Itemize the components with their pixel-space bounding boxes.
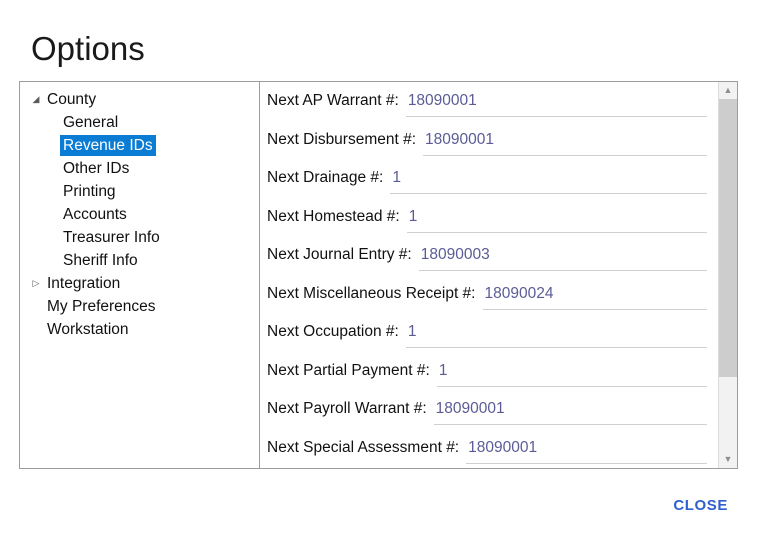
form-row: Next Journal Entry #: xyxy=(260,242,718,281)
form-row: Next Drainage #: xyxy=(260,165,718,204)
form-scroll-area: Next AP Warrant #: Next Disbursement #: Ne… xyxy=(260,82,718,468)
tree-item-label: My Preferences xyxy=(47,298,156,315)
tree-item-label: Revenue IDs xyxy=(60,135,156,156)
form-row: Next Disbursement #: xyxy=(260,127,718,166)
tree-item-other-ids[interactable]: Other IDs xyxy=(20,157,259,180)
label-next-payroll-warrant: Next Payroll Warrant #: xyxy=(267,400,427,417)
tree-item-accounts[interactable]: Accounts xyxy=(20,203,259,226)
triangle-down-filled-icon[interactable]: ◢ xyxy=(28,95,44,104)
label-next-homestead: Next Homestead #: xyxy=(267,207,400,225)
settings-form-pane: Next AP Warrant #: Next Disbursement #: Ne… xyxy=(260,82,737,468)
label-next-special-assessment: Next Special Assessment #: xyxy=(267,438,460,456)
input-next-disbursement[interactable] xyxy=(423,128,707,156)
triangle-right-outline-icon[interactable]: ▷ xyxy=(28,279,44,288)
form-row: Next Special Assessment #: xyxy=(260,435,718,469)
tree-item-printing[interactable]: Printing xyxy=(20,180,259,203)
tree-item-label: Treasurer Info xyxy=(63,229,160,246)
input-next-journal-entry[interactable] xyxy=(418,244,707,271)
form-row: Next AP Warrant #: xyxy=(260,88,718,127)
form-row: Next Payroll Warrant #: xyxy=(260,396,718,435)
label-next-occupation: Next Occupation #: xyxy=(267,323,399,340)
tree-item-label: Accounts xyxy=(63,206,127,223)
form-vertical-scrollbar[interactable]: ▲ ▼ xyxy=(718,82,737,468)
input-next-payroll-warrant[interactable] xyxy=(433,398,707,425)
label-next-ap-warrant: Next AP Warrant #: xyxy=(267,92,399,109)
input-next-drainage[interactable] xyxy=(390,167,707,194)
input-next-partial-payment[interactable] xyxy=(436,359,707,387)
tree-item-label: General xyxy=(63,114,119,131)
tree-item-label: Workstation xyxy=(47,321,129,338)
label-next-journal-entry: Next Journal Entry #: xyxy=(267,246,412,263)
input-next-special-assessment[interactable] xyxy=(466,436,707,464)
scroll-up-arrow-icon[interactable]: ▲ xyxy=(719,82,737,99)
page-title: Options xyxy=(31,30,145,67)
tree-item-label: Other IDs xyxy=(63,160,130,177)
input-next-miscellaneous-receipt[interactable] xyxy=(482,282,707,310)
scroll-thumb[interactable] xyxy=(719,99,737,377)
label-next-disbursement: Next Disbursement #: xyxy=(267,130,417,148)
form-row: Next Partial Payment #: xyxy=(260,358,718,397)
form-row: Next Miscellaneous Receipt #: xyxy=(260,281,718,320)
form-row: Next Homestead #: xyxy=(260,204,718,243)
options-panel: ◢ County General Revenue IDs Other IDs Printi… xyxy=(19,81,738,469)
label-next-partial-payment: Next Partial Payment #: xyxy=(267,361,430,379)
dialog-footer: CLOSE xyxy=(19,488,738,522)
tree-item-revenue-ids[interactable]: Revenue IDs xyxy=(20,134,259,157)
tree-item-general[interactable]: General xyxy=(20,111,259,134)
settings-tree[interactable]: ◢ County General Revenue IDs Other IDs Printi… xyxy=(20,82,260,468)
tree-item-workstation[interactable]: Workstation xyxy=(20,318,259,341)
scroll-down-arrow-icon[interactable]: ▼ xyxy=(719,451,737,468)
close-button[interactable]: CLOSE xyxy=(663,491,738,520)
label-next-miscellaneous-receipt: Next Miscellaneous Receipt #: xyxy=(267,284,476,302)
form-row: Next Occupation #: xyxy=(260,319,718,358)
label-next-drainage: Next Drainage #: xyxy=(267,169,384,186)
tree-item-label: Sheriff Info xyxy=(63,252,138,269)
tree-item-label: Printing xyxy=(63,183,116,200)
input-next-homestead[interactable] xyxy=(406,205,707,233)
tree-item-treasurer-info[interactable]: Treasurer Info xyxy=(20,226,259,249)
tree-item-label: County xyxy=(47,91,97,108)
tree-item-label: Integration xyxy=(47,275,121,292)
tree-item-integration[interactable]: ▷ Integration xyxy=(20,272,259,295)
tree-item-sheriff-info[interactable]: Sheriff Info xyxy=(20,249,259,272)
tree-item-my-preferences[interactable]: My Preferences xyxy=(20,295,259,318)
tree-item-county[interactable]: ◢ County xyxy=(20,88,259,111)
input-next-occupation[interactable] xyxy=(405,321,707,348)
input-next-ap-warrant[interactable] xyxy=(405,90,707,117)
